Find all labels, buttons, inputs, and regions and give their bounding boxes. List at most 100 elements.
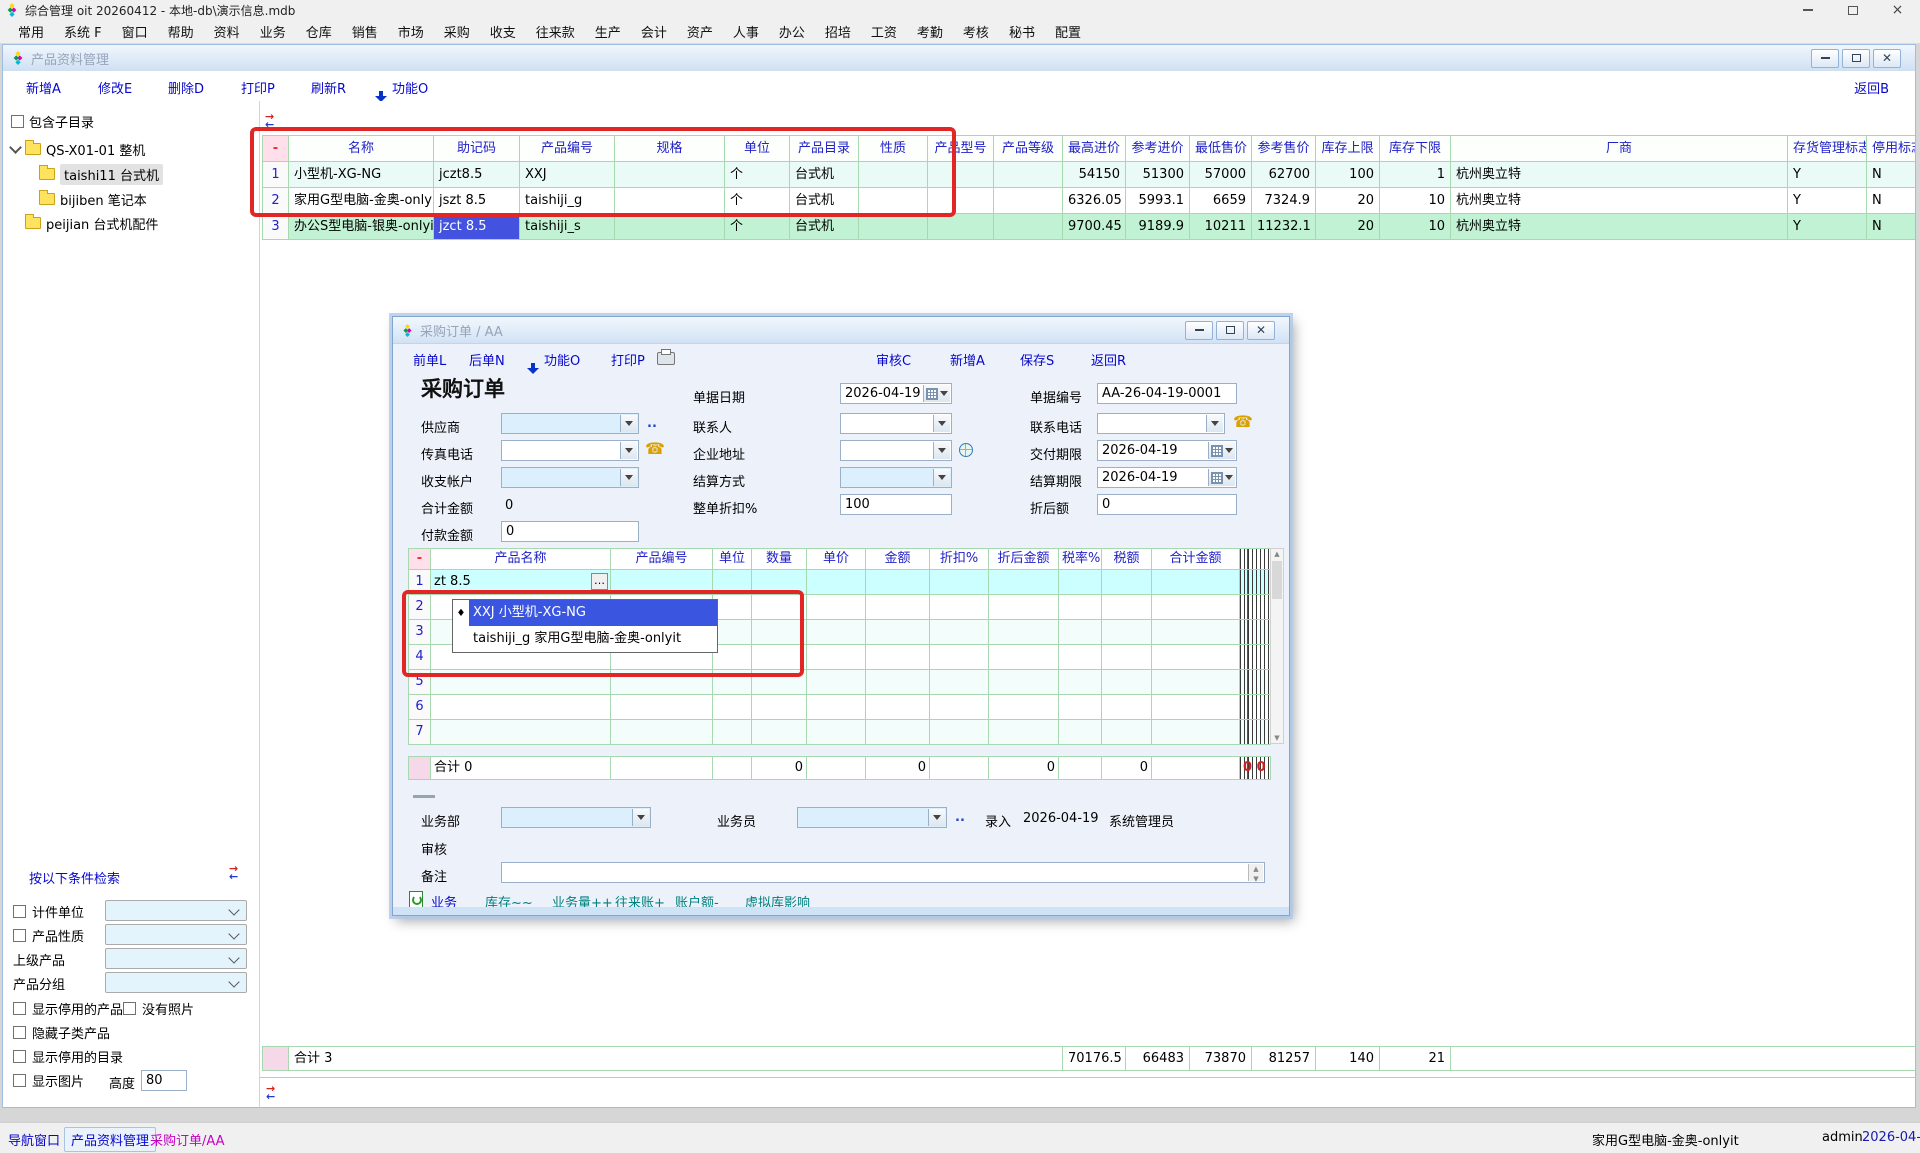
- statusbar-product-window-tab[interactable]: 产品资料管理: [64, 1127, 156, 1152]
- cell[interactable]: [866, 645, 930, 670]
- menu-shouzhi[interactable]: 收支: [480, 22, 526, 41]
- tree-item-peijian[interactable]: peijian 台式机配件: [25, 213, 158, 233]
- print-button[interactable]: 打印P: [611, 350, 645, 369]
- cell[interactable]: [807, 620, 866, 645]
- window-close-button[interactable]: ✕: [1873, 49, 1901, 68]
- doc-no-input[interactable]: AA-26-04-19-0001: [1097, 383, 1237, 404]
- cell[interactable]: [1059, 645, 1102, 670]
- cell-name[interactable]: 小型机-XG-NG: [289, 162, 434, 188]
- tree-item-taishi11[interactable]: taishi11 台式机: [39, 164, 163, 184]
- chevron-down-icon[interactable]: [9, 141, 22, 154]
- dialog-titlebar[interactable]: 采购订单 / AA ✕: [393, 317, 1289, 344]
- checkbox-icon[interactable]: [123, 1002, 136, 1015]
- table-row[interactable]: 2 家用G型电脑-金奥-onlyit jszt 8.5 taishiji_g 个…: [263, 188, 1915, 214]
- cell[interactable]: [1152, 720, 1240, 745]
- header-tax-rate[interactable]: 税率%: [1059, 549, 1102, 570]
- prev-doc-button[interactable]: 前单L: [413, 350, 446, 369]
- cell[interactable]: [1102, 720, 1152, 745]
- cell[interactable]: [807, 670, 866, 695]
- new-button[interactable]: 新增A: [26, 78, 61, 97]
- lookup-ellipsis-button[interactable]: …: [591, 573, 608, 590]
- dept-select[interactable]: [501, 807, 651, 828]
- supplier-more-button[interactable]: ..: [647, 416, 657, 431]
- cell[interactable]: [431, 670, 611, 695]
- header-max-buy[interactable]: 最高进价: [1063, 136, 1126, 162]
- cell-stock-min[interactable]: 1: [1380, 162, 1451, 188]
- cell[interactable]: [989, 695, 1059, 720]
- cell[interactable]: [1152, 595, 1240, 620]
- cell[interactable]: [1102, 595, 1152, 620]
- discount-input[interactable]: 100: [840, 494, 952, 515]
- cell-stock-max[interactable]: 20: [1316, 214, 1380, 240]
- cell[interactable]: [1152, 670, 1240, 695]
- cell[interactable]: [866, 670, 930, 695]
- printer-icon[interactable]: [657, 352, 675, 365]
- header-qty[interactable]: 数量: [752, 549, 807, 570]
- note-input[interactable]: ▲▼: [501, 862, 1265, 883]
- cell[interactable]: [928, 214, 994, 240]
- menu-yewu[interactable]: 业务: [250, 22, 296, 41]
- menu-renshi[interactable]: 人事: [723, 22, 769, 41]
- cell-stock-flag[interactable]: Y: [1788, 214, 1867, 240]
- cell[interactable]: [930, 645, 989, 670]
- contact-select[interactable]: [840, 413, 952, 434]
- menu-zichan[interactable]: 资产: [677, 22, 723, 41]
- header-ref-buy[interactable]: 参考进价: [1126, 136, 1190, 162]
- cell-stock-min[interactable]: 10: [1380, 214, 1451, 240]
- cell[interactable]: [1152, 620, 1240, 645]
- dialog-minimize-button[interactable]: [1185, 321, 1213, 340]
- row-number[interactable]: 6: [409, 695, 431, 720]
- cell-vendor[interactable]: 杭州奥立特: [1451, 214, 1788, 240]
- cell-ref-buy[interactable]: 5993.1: [1126, 188, 1190, 214]
- cell[interactable]: [866, 695, 930, 720]
- cell[interactable]: [859, 188, 928, 214]
- cell-vendor[interactable]: 杭州奥立特: [1451, 162, 1788, 188]
- cell[interactable]: [752, 695, 807, 720]
- grid-row-5[interactable]: 5: [409, 670, 1271, 695]
- cell[interactable]: [1102, 645, 1152, 670]
- cell-disabled-flag[interactable]: N: [1867, 162, 1915, 188]
- cell[interactable]: [1059, 620, 1102, 645]
- cell[interactable]: [1102, 670, 1152, 695]
- statusbar-nav-window[interactable]: 导航窗口: [8, 1130, 60, 1149]
- cell[interactable]: [615, 162, 725, 188]
- cell-product-no[interactable]: taishiji_g: [520, 188, 615, 214]
- filter-group-select[interactable]: [105, 972, 247, 993]
- swap-layout-icon[interactable]: →←: [265, 113, 283, 129]
- new-button[interactable]: 新增A: [950, 350, 985, 369]
- show-disabled-products-check[interactable]: 显示停用的产品: [13, 999, 123, 1018]
- scroll-up-icon[interactable]: ▲: [1271, 550, 1283, 558]
- cell-product-no[interactable]: XXJ: [520, 162, 615, 188]
- header-total[interactable]: 合计金额: [1152, 549, 1240, 570]
- cell[interactable]: [1059, 695, 1102, 720]
- cell[interactable]: [930, 570, 989, 595]
- header-stock-max[interactable]: 库存上限: [1316, 136, 1380, 162]
- row-number[interactable]: 3: [263, 214, 289, 240]
- header-amount[interactable]: 金额: [866, 549, 930, 570]
- cell-stock-min[interactable]: 10: [1380, 188, 1451, 214]
- cell[interactable]: [930, 720, 989, 745]
- cell[interactable]: [807, 720, 866, 745]
- cell[interactable]: [994, 188, 1063, 214]
- cell[interactable]: [431, 695, 611, 720]
- cell[interactable]: [859, 214, 928, 240]
- menu-xitong[interactable]: 系统 F: [54, 22, 112, 41]
- header-after-discount[interactable]: 折后金额: [989, 549, 1059, 570]
- tree-item-root[interactable]: QS-X01-01 整机: [11, 139, 145, 159]
- cell-stock-max[interactable]: 100: [1316, 162, 1380, 188]
- menu-wanglaikuan[interactable]: 往来款: [526, 22, 585, 41]
- checkbox-icon[interactable]: [13, 1002, 26, 1015]
- menu-kaoqin[interactable]: 考勤: [907, 22, 953, 41]
- row-number[interactable]: 7: [409, 720, 431, 745]
- cell[interactable]: [859, 162, 928, 188]
- cell[interactable]: [1059, 720, 1102, 745]
- cell[interactable]: [930, 670, 989, 695]
- cell-name[interactable]: 办公S型电脑-银奥-onlyit: [289, 214, 434, 240]
- header-grade[interactable]: 产品等级: [994, 136, 1063, 162]
- cell-ref-sell[interactable]: 62700: [1252, 162, 1316, 188]
- cell[interactable]: [1059, 670, 1102, 695]
- cell-min-sell[interactable]: 57000: [1190, 162, 1252, 188]
- cell[interactable]: [1152, 570, 1240, 595]
- cell-ref-sell[interactable]: 11232.1: [1252, 214, 1316, 240]
- cell[interactable]: [752, 670, 807, 695]
